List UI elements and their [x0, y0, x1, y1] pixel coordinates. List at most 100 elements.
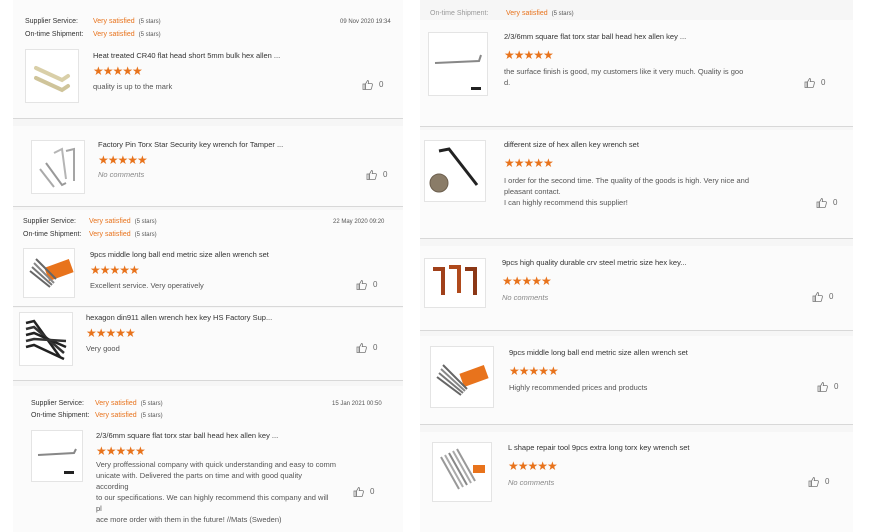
- hex-key-coin-image: [429, 147, 479, 193]
- product-thumbnail[interactable]: [424, 140, 486, 202]
- product-title[interactable]: 2/3/6mm square flat torx star ball head …: [504, 32, 686, 41]
- like-button[interactable]: 0: [812, 292, 833, 302]
- like-button[interactable]: 0: [816, 198, 837, 208]
- supplier-service-stars: (5 stars): [134, 219, 157, 225]
- torx-key-image: [39, 147, 75, 188]
- rating-stars: ★★★★★: [504, 156, 554, 170]
- thumbs-up-icon: [808, 477, 819, 487]
- ontime-shipment-value: Very satisfied: [89, 231, 131, 238]
- rating-stars: ★★★★★: [93, 64, 143, 78]
- rating-stars: ★★★★★: [504, 48, 554, 62]
- like-count: 0: [379, 80, 384, 90]
- product-title[interactable]: hexagon din911 allen wrench hex key HS F…: [86, 313, 272, 322]
- review-date: 15 Jan 2021 00:50: [332, 401, 382, 407]
- ontime-shipment-value: Very satisfied: [506, 10, 548, 17]
- ontime-shipment-value: Very satisfied: [93, 31, 135, 38]
- hex-key-set-image: [25, 319, 67, 361]
- thumbs-up-icon: [816, 198, 827, 208]
- like-count: 0: [373, 280, 378, 290]
- review-text-line: the surface finish is good, my customers…: [504, 67, 744, 76]
- product-thumbnail[interactable]: [31, 140, 85, 194]
- review-card: 9pcs middle long ball end metric size al…: [420, 336, 853, 425]
- ontime-shipment-row: On-time Shipment: Very satisfied (5 stars): [23, 231, 157, 238]
- product-thumbnail[interactable]: [432, 442, 492, 502]
- like-button[interactable]: 0: [817, 382, 838, 392]
- rating-stars: ★★★★★: [90, 263, 140, 277]
- like-count: 0: [373, 343, 378, 353]
- like-button[interactable]: 0: [356, 280, 377, 290]
- thumbs-up-icon: [356, 280, 367, 290]
- product-title[interactable]: Factory Pin Torx Star Security key wrenc…: [98, 140, 283, 149]
- product-thumbnail[interactable]: [31, 430, 83, 482]
- review-card: Factory Pin Torx Star Security key wrenc…: [13, 126, 403, 207]
- review-card: Supplier Service: Very satisfied (5 stars)…: [13, 0, 403, 119]
- torx-ball-key-image: [434, 54, 482, 90]
- review-text-line: pleasant contact.: [504, 187, 561, 196]
- product-thumbnail[interactable]: [428, 32, 488, 96]
- product-thumbnail[interactable]: [430, 346, 494, 408]
- like-button[interactable]: 0: [362, 80, 383, 90]
- thumbs-up-icon: [356, 343, 367, 353]
- product-title[interactable]: different size of hex allen key wrench s…: [504, 140, 639, 149]
- ontime-shipment-label: On-time Shipment:: [23, 231, 82, 238]
- like-count: 0: [833, 198, 838, 208]
- ball-end-wrench-set-image: [29, 258, 74, 288]
- ontime-shipment-stars: (5 stars): [551, 11, 574, 17]
- review-date: 22 May 2020 09:20: [333, 219, 385, 225]
- review-card: L shape repair tool 9pcs extra long torx…: [420, 432, 853, 532]
- product-title[interactable]: Heat treated CR40 flat head short 5mm bu…: [93, 51, 280, 60]
- like-button[interactable]: 0: [808, 477, 829, 487]
- supplier-service-value: Very satisfied: [89, 218, 131, 225]
- like-button[interactable]: 0: [804, 78, 825, 88]
- supplier-service-value: Very satisfied: [95, 400, 137, 407]
- product-title[interactable]: L shape repair tool 9pcs extra long torx…: [508, 443, 689, 452]
- like-button[interactable]: 0: [366, 170, 387, 180]
- like-count: 0: [834, 382, 839, 392]
- review-card: 9pcs high quality durable crv steel metr…: [420, 246, 853, 331]
- supplier-service-value: Very satisfied: [93, 18, 135, 25]
- rating-stars: ★★★★★: [509, 364, 559, 378]
- supplier-service-row: Supplier Service: Very satisfied (5 stars): [31, 400, 163, 407]
- supplier-service-label: Supplier Service:: [31, 400, 84, 407]
- product-thumbnail[interactable]: [23, 248, 75, 298]
- product-title[interactable]: 2/3/6mm square flat torx star ball head …: [96, 431, 278, 440]
- torx-ball-key-image: [37, 448, 77, 474]
- like-button[interactable]: 0: [356, 343, 377, 353]
- review-text: the surface finish is good, my customers…: [504, 66, 774, 88]
- thumbs-up-icon: [812, 292, 823, 302]
- rating-stars: ★★★★★: [98, 153, 148, 167]
- supplier-service-row: Supplier Service: Very satisfied (5 stars): [23, 218, 157, 225]
- product-title[interactable]: 9pcs high quality durable crv steel metr…: [502, 258, 687, 267]
- review-text-line: I can highly recommend this supplier!: [504, 198, 628, 207]
- review-text-line: I order for the second time. The quality…: [504, 176, 750, 185]
- review-text: Excellent service. Very operatively: [90, 281, 204, 290]
- thumbs-up-icon: [353, 487, 364, 497]
- product-thumbnail[interactable]: [19, 312, 73, 366]
- review-text-line: d.: [504, 78, 511, 87]
- reviews-column-right: On-time Shipment: Very satisfied (5 stars)…: [420, 0, 853, 532]
- rating-stars: ★★★★★: [508, 459, 558, 473]
- product-thumbnail[interactable]: [424, 258, 486, 308]
- review-text: No comments: [508, 478, 555, 487]
- thumbs-up-icon: [804, 78, 815, 88]
- ontime-shipment-row: On-time Shipment: Very satisfied (5 stars): [25, 31, 161, 38]
- rating-stars: ★★★★★: [96, 444, 146, 458]
- reviews-column-left: Supplier Service: Very satisfied (5 stars)…: [13, 0, 403, 532]
- product-title[interactable]: 9pcs middle long ball end metric size al…: [90, 250, 269, 259]
- crv-hex-key-set-image: [433, 265, 477, 295]
- like-count: 0: [821, 78, 826, 88]
- product-thumbnail[interactable]: [25, 49, 79, 103]
- like-button[interactable]: 0: [353, 487, 374, 497]
- ontime-shipment-stars: (5 stars): [140, 413, 163, 419]
- review-card: Supplier Service: Very satisfied (5 stars)…: [13, 386, 403, 532]
- review-card: hexagon din911 allen wrench hex key HS F…: [13, 308, 403, 381]
- rating-stars: ★★★★★: [502, 274, 552, 288]
- product-title[interactable]: 9pcs middle long ball end metric size al…: [509, 348, 688, 357]
- ontime-shipment-label: On-time Shipment:: [31, 412, 90, 419]
- thumbs-up-icon: [362, 80, 373, 90]
- like-count: 0: [829, 292, 834, 302]
- review-card: different size of hex allen key wrench s…: [420, 130, 853, 239]
- review-text: No comments: [98, 170, 145, 179]
- review-text: No comments: [502, 293, 549, 302]
- torx-key-set-image: [440, 448, 485, 490]
